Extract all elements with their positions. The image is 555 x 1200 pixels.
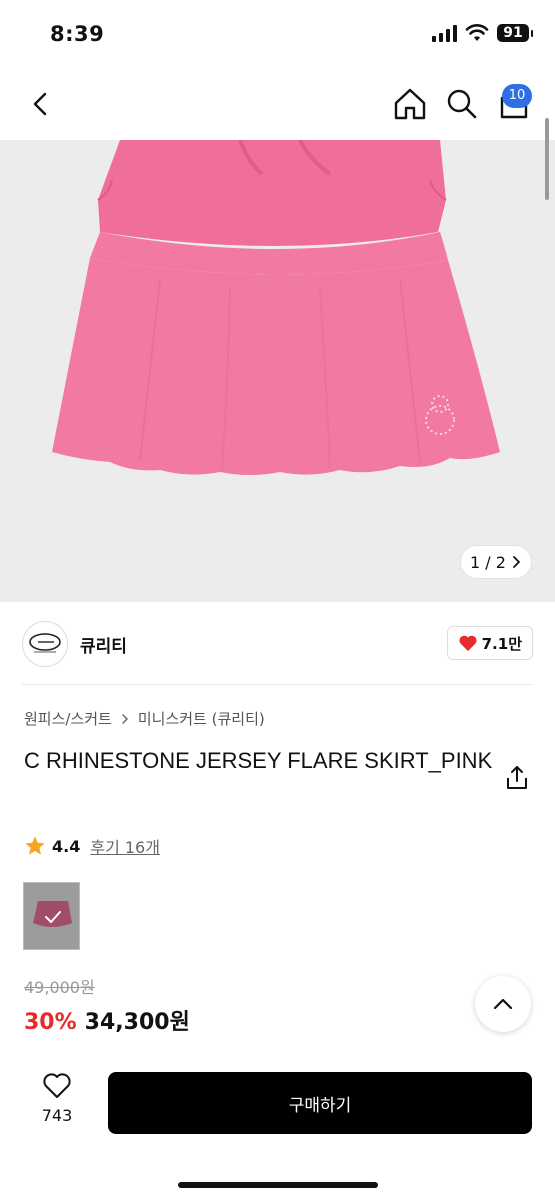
wifi-icon [465,24,489,41]
home-icon[interactable] [390,84,430,124]
image-counter[interactable]: 1 / 2 [460,545,532,579]
chevron-right-icon [513,556,520,568]
reviews-link[interactable]: 후기 16개 [90,834,160,858]
rating-score: 4.4 [52,836,81,856]
image-counter-text: 1 / 2 [470,552,506,572]
star-icon [25,836,45,855]
price-row: 30% 34,300원 [24,1004,190,1036]
chevron-up-icon [493,998,513,1010]
scrollbar[interactable] [545,118,549,200]
skirt-photo [0,140,555,602]
status-bar: 8:39 91 [0,0,555,70]
status-icons: 91 [432,24,533,42]
sale-price: 34,300원 [84,1010,190,1035]
heart-icon [459,635,477,651]
brand-like-count: 7.1만 [481,634,522,653]
discount-rate: 30% [24,1010,77,1035]
product-title: C RHINESTONE JERSEY FLARE SKIRT_PINK [24,748,493,773]
brand-row[interactable]: 큐리티 7.1만 [22,618,533,670]
wishlist-count: 743 [41,1106,73,1125]
scroll-top-button[interactable] [475,976,531,1032]
check-icon [45,911,61,923]
wishlist-button[interactable]: 743 [30,1072,84,1125]
cart-count-badge: 10 [502,84,532,108]
original-price: 49,000원 [24,978,95,997]
brand-logo[interactable] [22,621,68,667]
heart-icon [43,1073,71,1098]
home-indicator [178,1182,378,1188]
share-icon[interactable] [504,764,530,792]
buy-button[interactable]: 구매하기 [108,1072,532,1134]
bottom-bar: 743 구매하기 [0,1060,555,1200]
divider [22,684,533,685]
product-image[interactable] [0,140,555,602]
brand-name[interactable]: 큐리티 [80,632,127,657]
breadcrumb: 원피스/스커트 미니스커트 (큐리티) [24,708,265,729]
search-icon[interactable] [442,84,482,124]
back-icon[interactable] [22,84,62,124]
status-time: 8:39 [50,22,105,46]
breadcrumb-subcategory[interactable]: 미니스커트 (큐리티) [138,708,265,729]
nav-bar [0,70,555,140]
battery-indicator: 91 [497,24,533,42]
brand-like-button[interactable]: 7.1만 [446,626,533,660]
rating: 4.4 후기 16개 [24,834,160,858]
signal-icon [432,24,457,42]
option-thumbnail[interactable] [23,882,80,950]
breadcrumb-category[interactable]: 원피스/스커트 [24,708,112,729]
chevron-right-icon [122,713,128,724]
